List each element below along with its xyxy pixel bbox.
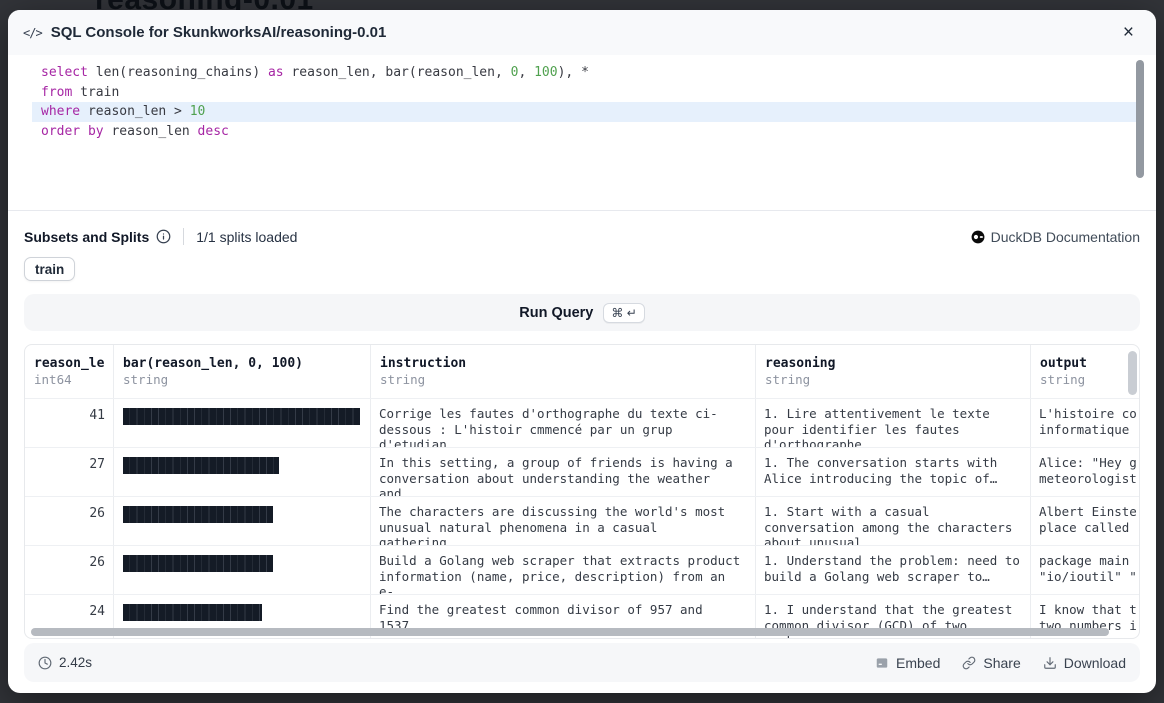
bar-chart-cell bbox=[123, 604, 262, 621]
share-button[interactable]: Share bbox=[962, 655, 1020, 671]
bar-chart-cell bbox=[123, 408, 360, 425]
column-type: int64 bbox=[34, 372, 104, 388]
column-header[interactable]: bar(reason_len, 0, 100)string bbox=[114, 345, 371, 398]
embed-icon bbox=[875, 656, 889, 670]
table-cell: In this setting, a group of friends is h… bbox=[371, 448, 756, 496]
table-cell bbox=[114, 546, 371, 594]
sql-code: select len(reasoning_chains) as reason_l… bbox=[32, 63, 1136, 141]
code-line[interactable]: select len(reasoning_chains) as reason_l… bbox=[32, 63, 1136, 83]
table-cell: 1. Understand the problem: need to build… bbox=[756, 546, 1031, 594]
bar-chart-cell bbox=[123, 506, 273, 523]
table-cell: 27 bbox=[25, 448, 114, 496]
query-duration-value: 2.42s bbox=[59, 655, 92, 670]
table-body: 41 Corrige les fautes d'orthographe du te… bbox=[25, 398, 1139, 639]
table-cell: Albert Einste place called bbox=[1031, 497, 1139, 545]
table-header-row: reason_lenint64bar(reason_len, 0, 100)st… bbox=[25, 345, 1139, 398]
table-vertical-scrollbar-thumb[interactable] bbox=[1128, 351, 1137, 395]
split-chips: train bbox=[24, 257, 1140, 281]
close-button[interactable]: × bbox=[1117, 19, 1140, 46]
table-cell: The characters are discussing the world'… bbox=[371, 497, 756, 545]
duckdb-logo-icon bbox=[971, 230, 985, 244]
column-type: string bbox=[1040, 372, 1130, 388]
column-name: reason_len bbox=[34, 356, 104, 372]
table-horizontal-scrollbar-thumb[interactable] bbox=[31, 628, 1109, 636]
code-icon: </> bbox=[23, 26, 42, 40]
table-cell: Alice: "Hey g meteorologist bbox=[1031, 448, 1139, 496]
column-header[interactable]: instructionstring bbox=[371, 345, 756, 398]
table-cell bbox=[114, 497, 371, 545]
table-row[interactable]: 26 Build a Golang web scraper that extrac… bbox=[25, 545, 1139, 594]
table-row[interactable]: 41 Corrige les fautes d'orthographe du te… bbox=[25, 398, 1139, 447]
run-query-label: Run Query bbox=[519, 305, 593, 321]
column-name: instruction bbox=[380, 356, 746, 372]
sql-editor[interactable]: select len(reasoning_chains) as reason_l… bbox=[8, 55, 1156, 211]
footer-toolbar: 2.42s Embed Share bbox=[24, 643, 1140, 682]
column-type: string bbox=[380, 372, 746, 388]
column-name: bar(reason_len, 0, 100) bbox=[123, 356, 361, 372]
code-line[interactable]: where reason_len > 10 bbox=[32, 102, 1136, 122]
query-duration: 2.42s bbox=[38, 655, 92, 670]
modal-title: SQL Console for SkunkworksAI/reasoning-0… bbox=[51, 24, 387, 41]
table-cell: package main "io/ioutil" " bbox=[1031, 546, 1139, 594]
table-cell: 1. Start with a casual conversation amon… bbox=[756, 497, 1031, 545]
table-cell: 26 bbox=[25, 497, 114, 545]
table-row[interactable]: 26 The characters are discussing the worl… bbox=[25, 496, 1139, 545]
split-chip-train[interactable]: train bbox=[24, 257, 75, 281]
results-table: reason_lenint64bar(reason_len, 0, 100)st… bbox=[24, 344, 1140, 639]
clock-icon bbox=[38, 656, 52, 670]
column-header[interactable]: reasoningstring bbox=[756, 345, 1031, 398]
share-label: Share bbox=[983, 655, 1020, 671]
table-cell: Corrige les fautes d'orthographe du text… bbox=[371, 399, 756, 447]
bar-chart-cell bbox=[123, 555, 273, 572]
column-type: string bbox=[123, 372, 361, 388]
column-name: reasoning bbox=[765, 356, 1021, 372]
table-cell bbox=[114, 448, 371, 496]
splits-loaded-status: 1/1 splits loaded bbox=[196, 229, 297, 245]
duckdb-documentation-link[interactable]: DuckDB Documentation bbox=[971, 229, 1140, 245]
bar-chart-cell bbox=[123, 457, 279, 474]
table-cell: 1. The conversation starts with Alice in… bbox=[756, 448, 1031, 496]
table-cell: 41 bbox=[25, 399, 114, 447]
download-button[interactable]: Download bbox=[1043, 655, 1126, 671]
column-header[interactable]: outputstring bbox=[1031, 345, 1139, 398]
info-icon[interactable] bbox=[156, 229, 171, 244]
column-name: output bbox=[1040, 356, 1130, 372]
share-link-icon bbox=[962, 656, 976, 670]
column-header[interactable]: reason_lenint64 bbox=[25, 345, 114, 398]
footer-actions: Embed Share Download bbox=[875, 655, 1126, 671]
table-cell: Build a Golang web scraper that extracts… bbox=[371, 546, 756, 594]
subsets-splits-label: Subsets and Splits bbox=[24, 229, 149, 245]
table-cell: 1. Lire attentivement le texte pour iden… bbox=[756, 399, 1031, 447]
download-icon bbox=[1043, 656, 1057, 670]
console-body: Subsets and Splits 1/1 splits loaded Duc… bbox=[8, 228, 1156, 682]
editor-scrollbar-thumb[interactable] bbox=[1136, 60, 1144, 178]
code-line[interactable]: order by reason_len desc bbox=[32, 122, 1136, 142]
sql-console-modal: </> SQL Console for SkunkworksAI/reasoni… bbox=[8, 10, 1156, 693]
embed-button[interactable]: Embed bbox=[875, 655, 940, 671]
download-label: Download bbox=[1064, 655, 1126, 671]
duckdb-documentation-label: DuckDB Documentation bbox=[991, 229, 1140, 245]
run-query-button[interactable]: Run Query ⌘ ↵ bbox=[24, 294, 1140, 331]
table-row[interactable]: 27 In this setting, a group of friends is… bbox=[25, 447, 1139, 496]
table-cell: 26 bbox=[25, 546, 114, 594]
embed-label: Embed bbox=[896, 655, 940, 671]
keyboard-shortcut-badge: ⌘ ↵ bbox=[603, 303, 644, 323]
column-type: string bbox=[765, 372, 1021, 388]
code-line[interactable]: from train bbox=[32, 83, 1136, 103]
splits-row: Subsets and Splits 1/1 splits loaded Duc… bbox=[24, 228, 1140, 245]
modal-header: </> SQL Console for SkunkworksAI/reasoni… bbox=[8, 10, 1156, 55]
table-cell bbox=[114, 399, 371, 447]
table-cell: L'histoire co informatique bbox=[1031, 399, 1139, 447]
divider bbox=[183, 228, 184, 245]
